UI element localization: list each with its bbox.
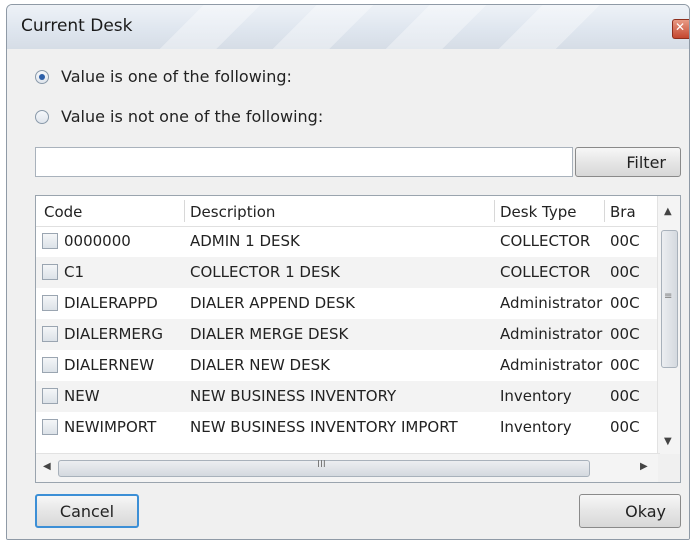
scroll-up-icon[interactable]: ▲ xyxy=(664,206,672,217)
cell-description: NEW BUSINESS INVENTORY IMPORT xyxy=(190,418,458,436)
column-header-code[interactable]: Code xyxy=(44,203,82,221)
cell-branch: 00C xyxy=(610,263,640,281)
cell-branch: 00C xyxy=(610,232,640,250)
cell-description: DIALER NEW DESK xyxy=(190,356,330,374)
row-checkbox[interactable] xyxy=(42,233,58,249)
row-checkbox[interactable] xyxy=(42,357,58,373)
title-bar[interactable]: Current Desk ✕ xyxy=(7,5,689,49)
option-not-one-of[interactable]: Value is not one of the following: xyxy=(35,107,323,126)
vertical-scrollbar[interactable]: ▲ ≡ ▼ xyxy=(657,196,680,454)
cell-branch: 00C xyxy=(610,387,640,405)
grip-icon: ≡ xyxy=(664,291,673,302)
row-checkbox[interactable] xyxy=(42,388,58,404)
dialog-content: Value is one of the following: Value is … xyxy=(7,49,689,539)
radio-is-one-of[interactable] xyxy=(35,69,49,84)
grid-header: Code Description Desk Type Bra xyxy=(36,196,680,227)
scroll-corner xyxy=(658,454,680,482)
cell-code: DIALERNEW xyxy=(64,356,155,374)
row-checkbox[interactable] xyxy=(42,419,58,435)
horizontal-scrollbar[interactable]: ◀ III ▶ xyxy=(36,453,660,482)
row-checkbox[interactable] xyxy=(42,326,58,342)
filter-input[interactable] xyxy=(35,147,573,177)
table-row[interactable]: 0000000 ADMIN 1 DESK COLLECTOR 00C xyxy=(36,226,660,257)
cell-description: COLLECTOR 1 DESK xyxy=(190,263,340,281)
table-row[interactable]: DIALERAPPD DIALER APPEND DESK Administrato… xyxy=(36,288,660,319)
cell-desk-type: Inventory xyxy=(500,387,572,405)
cell-code: DIALERMERG xyxy=(64,325,163,343)
option-not-one-of-label: Value is not one of the following: xyxy=(61,107,324,126)
row-checkbox[interactable] xyxy=(42,295,58,311)
vertical-scroll-thumb[interactable]: ≡ xyxy=(661,230,678,368)
cell-branch: 00C xyxy=(610,325,640,343)
okay-button[interactable]: Okay xyxy=(579,494,681,528)
cell-branch: 00C xyxy=(610,356,640,374)
cell-branch: 00C xyxy=(610,418,640,436)
cell-code: DIALERAPPD xyxy=(64,294,158,312)
column-header-desk-type[interactable]: Desk Type xyxy=(500,203,577,221)
table-row[interactable]: C1 COLLECTOR 1 DESK COLLECTOR 00C xyxy=(36,257,660,288)
horizontal-scroll-thumb[interactable]: III xyxy=(58,459,590,477)
cell-desk-type: Administrator xyxy=(500,356,603,374)
current-desk-dialog: Current Desk ✕ Value is one of the follo… xyxy=(6,4,690,540)
cancel-button[interactable]: Cancel xyxy=(35,494,139,528)
close-button[interactable]: ✕ xyxy=(672,19,689,39)
cell-desk-type: Administrator xyxy=(500,294,603,312)
option-is-one-of[interactable]: Value is one of the following: xyxy=(35,67,292,86)
table-row[interactable]: DIALERMERG DIALER MERGE DESK Administrator… xyxy=(36,319,660,350)
table-row[interactable]: NEW NEW BUSINESS INVENTORY Inventory 00C xyxy=(36,381,660,412)
cell-code: C1 xyxy=(64,263,85,281)
desk-grid: Code Description Desk Type Bra 0000000 AD… xyxy=(35,195,681,483)
cell-desk-type: COLLECTOR xyxy=(500,263,591,281)
scroll-left-icon[interactable]: ◀ xyxy=(43,461,51,472)
cell-desk-type: Inventory xyxy=(500,418,572,436)
cell-description: NEW BUSINESS INVENTORY xyxy=(190,387,397,405)
cell-code: 0000000 xyxy=(64,232,131,250)
row-checkbox[interactable] xyxy=(42,264,58,280)
cell-description: DIALER MERGE DESK xyxy=(190,325,349,343)
option-is-one-of-label: Value is one of the following: xyxy=(61,67,292,86)
scroll-down-icon[interactable]: ▼ xyxy=(664,436,672,447)
cell-description: DIALER APPEND DESK xyxy=(190,294,356,312)
filter-button[interactable]: Filter xyxy=(575,147,681,177)
close-icon: ✕ xyxy=(675,20,686,34)
cell-description: ADMIN 1 DESK xyxy=(190,232,300,250)
scroll-right-icon[interactable]: ▶ xyxy=(640,461,648,472)
hgrip-icon: III xyxy=(317,459,326,470)
cell-branch: 00C xyxy=(610,294,640,312)
cell-desk-type: Administrator xyxy=(500,325,603,343)
cell-desk-type: COLLECTOR xyxy=(500,232,591,250)
radio-not-one-of[interactable] xyxy=(35,109,49,124)
cell-code: NEW xyxy=(64,387,100,405)
cell-code: NEWIMPORT xyxy=(64,418,157,436)
column-header-branch[interactable]: Bra xyxy=(610,203,636,221)
table-row[interactable]: NEWIMPORT NEW BUSINESS INVENTORY IMPORT In… xyxy=(36,412,660,443)
column-header-description[interactable]: Description xyxy=(190,203,275,221)
dialog-title: Current Desk xyxy=(21,16,133,36)
table-row[interactable]: DIALERNEW DIALER NEW DESK Administrator 00C xyxy=(36,350,660,381)
